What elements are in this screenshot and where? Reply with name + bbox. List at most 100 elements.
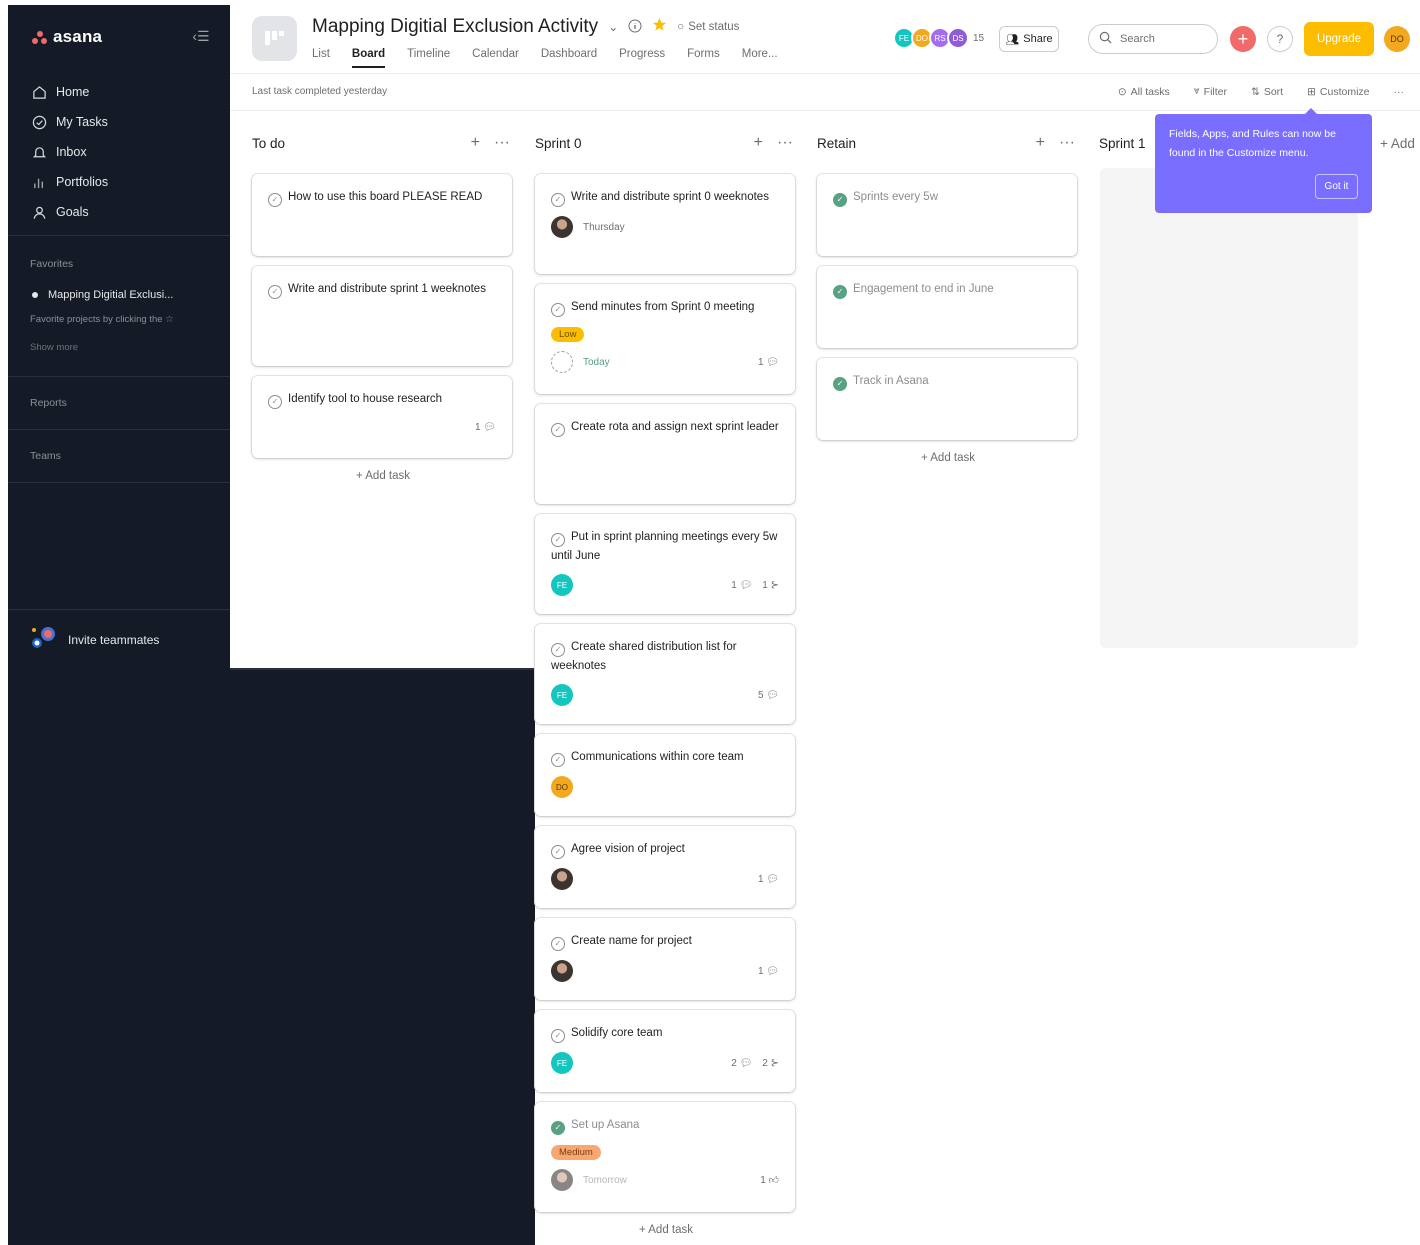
assignee-avatar[interactable]: DO [551, 776, 573, 798]
complete-checkbox-icon[interactable]: ✓ [551, 1029, 565, 1043]
add-task-icon[interactable]: + [1036, 134, 1045, 152]
complete-checkbox-icon[interactable]: ✓ [551, 533, 565, 547]
unassigned-avatar-icon[interactable] [551, 351, 573, 373]
share-button[interactable]: 👥︎ Share [999, 26, 1059, 52]
asana-logo[interactable]: asana [32, 27, 102, 47]
favorites-heading[interactable]: Favorites [30, 258, 73, 270]
collapse-sidebar-button[interactable]: ‹☰ [190, 28, 212, 44]
assignee-avatar[interactable] [551, 216, 573, 238]
upgrade-button[interactable]: Upgrade [1304, 22, 1374, 56]
task-card[interactable]: ✓ Write and distribute sprint 1 weeknotes [252, 266, 512, 366]
column-title[interactable]: Retain [817, 136, 856, 151]
add-task-icon[interactable]: + [754, 134, 763, 152]
task-card[interactable]: ✓ Communications within core team DO [535, 734, 795, 816]
project-board-icon[interactable] [252, 16, 297, 61]
add-section-button[interactable]: + Add [1380, 136, 1415, 151]
customize-button[interactable]: ⊞ Customize [1307, 85, 1369, 98]
show-more-link[interactable]: Show more [30, 342, 78, 353]
task-card[interactable]: ✓ How to use this board PLEASE READ [252, 174, 512, 256]
user-avatar[interactable]: DO [1384, 26, 1410, 52]
quick-add-button[interactable]: + [1230, 26, 1256, 52]
tab-more[interactable]: More... [742, 48, 778, 68]
task-card[interactable]: ✓ Sprints every 5w [817, 174, 1077, 256]
complete-checkbox-icon[interactable]: ✓ [551, 303, 565, 317]
sidebar-item-my-tasks[interactable]: My Tasks [30, 107, 220, 137]
assignee-avatar[interactable]: FE [551, 574, 573, 596]
tab-dashboard[interactable]: Dashboard [541, 48, 597, 68]
column-menu-icon[interactable]: ··· [494, 134, 510, 152]
assignee-avatar[interactable] [551, 1169, 573, 1191]
complete-checkbox-icon[interactable]: ✓ [551, 845, 565, 859]
completed-checkbox-icon[interactable]: ✓ [833, 193, 847, 207]
tab-board[interactable]: Board [351, 48, 386, 68]
column-menu-icon[interactable]: ··· [777, 134, 793, 152]
star-icon[interactable] [652, 17, 667, 37]
complete-checkbox-icon[interactable]: ✓ [551, 937, 565, 951]
more-options-icon[interactable]: ··· [1394, 85, 1405, 98]
sort-button[interactable]: ⇅ Sort [1251, 85, 1283, 98]
complete-checkbox-icon[interactable]: ✓ [268, 193, 282, 207]
sidebar-item-home[interactable]: Home [30, 77, 220, 107]
teams-heading[interactable]: Teams [30, 450, 61, 462]
add-task-button[interactable]: + Add task [252, 470, 514, 482]
favorite-project-item[interactable]: Mapping Digitial Exclusi... [32, 289, 173, 301]
due-date[interactable]: Today [583, 357, 610, 368]
search-input[interactable]: Search [1088, 24, 1218, 54]
completed-checkbox-icon[interactable]: ✓ [551, 1121, 565, 1135]
chevron-down-icon[interactable]: ⌄ [608, 20, 618, 34]
tab-forms[interactable]: Forms [687, 48, 720, 68]
complete-checkbox-icon[interactable]: ✓ [551, 643, 565, 657]
column-title-sprint-1[interactable]: Sprint 1 [1099, 136, 1146, 151]
complete-checkbox-icon[interactable]: ✓ [551, 753, 565, 767]
column-menu-icon[interactable]: ··· [1059, 134, 1075, 152]
task-card[interactable]: ✓ Send minutes from Sprint 0 meeting Low … [535, 284, 795, 394]
task-card[interactable]: ✓ Put in sprint planning meetings every 5… [535, 514, 795, 614]
task-card[interactable]: ✓ Create rota and assign next sprint lead… [535, 404, 795, 504]
due-date[interactable]: Thursday [583, 222, 625, 233]
project-title[interactable]: Mapping Digitial Exclusion Activity [312, 16, 598, 38]
project-members[interactable]: FE DO RS DS 15 [893, 27, 984, 49]
task-card[interactable]: ✓ Engagement to end in June [817, 266, 1077, 348]
column-title[interactable]: Sprint 0 [535, 136, 582, 151]
sidebar-item-goals[interactable]: Goals [30, 197, 220, 227]
task-card[interactable]: ✓ Solidify core team FE 2 💬︎ 2 ⊱ [535, 1010, 795, 1092]
task-card[interactable]: ✓ Set up Asana Medium Tomorrow 1 👍︎ [535, 1102, 795, 1212]
filter-button[interactable]: ⩔ Filter [1194, 85, 1227, 98]
task-card[interactable]: ✓ Track in Asana [817, 358, 1077, 440]
help-button[interactable]: ? [1267, 26, 1293, 52]
task-card[interactable]: ✓ Write and distribute sprint 0 weeknotes… [535, 174, 795, 274]
tab-progress[interactable]: Progress [619, 48, 665, 68]
info-icon[interactable] [628, 19, 642, 36]
assignee-avatar[interactable] [551, 960, 573, 982]
complete-checkbox-icon[interactable]: ✓ [268, 285, 282, 299]
assignee-avatar[interactable] [551, 868, 573, 890]
complete-checkbox-icon[interactable]: ✓ [268, 395, 282, 409]
tab-list[interactable]: List [312, 48, 330, 68]
got-it-button[interactable]: Got it [1315, 174, 1358, 199]
completed-checkbox-icon[interactable]: ✓ [833, 285, 847, 299]
completed-checkbox-icon[interactable]: ✓ [833, 377, 847, 391]
invite-teammates-button[interactable]: Invite teammates [30, 625, 159, 654]
assignee-avatar[interactable]: FE [551, 684, 573, 706]
all-tasks-filter[interactable]: ⊙ All tasks [1118, 85, 1170, 98]
task-card[interactable]: ✓ Create name for project 1 💬︎ [535, 918, 795, 1000]
priority-tag[interactable]: Low [551, 327, 585, 342]
task-card[interactable]: ✓ Identify tool to house research 1 💬︎ [252, 376, 512, 458]
tab-calendar[interactable]: Calendar [472, 48, 519, 68]
reports-heading[interactable]: Reports [30, 397, 67, 409]
assignee-avatar[interactable]: FE [551, 1052, 573, 1074]
priority-tag[interactable]: Medium [551, 1145, 601, 1160]
sidebar-item-portfolios[interactable]: Portfolios [30, 167, 220, 197]
add-task-button[interactable]: + Add task [817, 452, 1079, 464]
add-task-icon[interactable]: + [471, 134, 480, 152]
set-status-button[interactable]: ○ Set status [677, 21, 739, 33]
column-title[interactable]: To do [252, 136, 285, 151]
tab-timeline[interactable]: Timeline [407, 48, 450, 68]
complete-checkbox-icon[interactable]: ✓ [551, 423, 565, 437]
due-date[interactable]: Tomorrow [583, 1175, 627, 1186]
add-task-button[interactable]: + Add task [535, 1224, 797, 1236]
task-card[interactable]: ✓ Create shared distribution list for wee… [535, 624, 795, 724]
task-card[interactable]: ✓ Agree vision of project 1 💬︎ [535, 826, 795, 908]
sidebar-item-inbox[interactable]: Inbox [30, 137, 220, 167]
complete-checkbox-icon[interactable]: ✓ [551, 193, 565, 207]
